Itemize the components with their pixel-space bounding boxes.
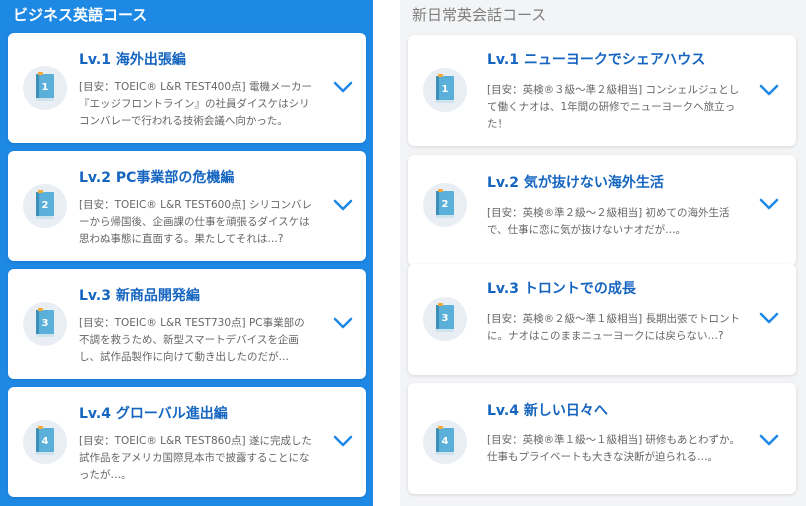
course-card-business-lv1[interactable]: 1 Lv.1 海外出張編 [目安：TOEIC® L&R TEST400点] 電機… [8,33,366,143]
chevron-down-icon[interactable] [759,311,779,325]
level-number: 1 [41,82,49,93]
card-title: Lv.2 気が抜けない海外生活 [487,175,664,191]
book-icon: 2 [423,183,467,227]
level-number: 4 [441,436,449,447]
panel-divider [373,0,400,506]
level-number: 3 [41,318,49,329]
book-icon: 1 [423,68,467,112]
daily-english-course-panel: 新日常英会話コース 1 Lv.1 ニューヨークでシェアハウス [目安：英検®３級… [400,0,806,506]
business-english-course-panel: ビジネス英語コース 1 Lv.1 海外出張編 [目安：TOEIC® L&R TE… [0,0,373,506]
level-number: 4 [41,436,49,447]
chevron-down-icon[interactable] [759,83,779,97]
chevron-down-icon[interactable] [333,434,353,448]
course-card-daily-lv2[interactable]: 2 Lv.2 気が抜けない海外生活 [目安：英検®準２級～２級相当] 初めての海… [408,155,796,266]
level-number: 2 [441,199,449,210]
chevron-down-icon[interactable] [759,197,779,211]
card-description: [目安：TOEIC® L&R TEST600点] シリコンバレーから帰国後、企画… [79,199,312,245]
chevron-down-icon[interactable] [333,198,353,212]
course-card-business-lv3[interactable]: 3 Lv.3 新商品開発編 [目安：TOEIC® L&R TEST730点] P… [8,269,366,379]
book-icon: 4 [23,420,67,464]
card-title: Lv.3 新商品開発編 [79,288,200,304]
chevron-down-icon[interactable] [333,80,353,94]
book-icon: 1 [23,66,67,110]
course-heading: ビジネス英語コース [13,6,148,24]
course-card-business-lv4[interactable]: 4 Lv.4 グローバル進出編 [目安：TOEIC® L&R TEST860点]… [8,387,366,497]
level-number: 1 [441,84,449,95]
card-title: Lv.2 PC事業部の危機編 [79,170,235,186]
book-icon: 3 [423,297,467,341]
book-icon: 3 [23,302,67,346]
card-title: Lv.1 海外出張編 [79,52,186,68]
chevron-down-icon[interactable] [333,316,353,330]
book-icon: 2 [23,184,67,228]
card-description: [目安：TOEIC® L&R TEST400点] 電機メーカー『エッジフロントラ… [79,81,312,127]
card-title: Lv.3 トロントでの成長 [487,281,636,297]
level-number: 3 [441,313,449,324]
course-card-daily-lv4[interactable]: 4 Lv.4 新しい日々へ [目安：英検®準１級～１級相当] 研修もあとわずか。… [408,383,796,494]
card-title: Lv.4 新しい日々へ [487,403,608,419]
card-description: [目安：TOEIC® L&R TEST730点] PC事業部の不調を救うため、新… [79,317,305,363]
chevron-down-icon[interactable] [759,433,779,447]
level-number: 2 [41,200,49,211]
card-description: [目安：英検®準１級～１級相当] 研修もあとわずか。仕事もプライベートも大きな決… [487,434,740,463]
book-icon: 4 [423,420,467,464]
card-description: [目安：英検®３級～準２級相当] コンシェルジュとして働くナオは、1年間の研修で… [487,84,740,130]
course-heading: 新日常英会話コース [412,6,547,24]
course-card-business-lv2[interactable]: 2 Lv.2 PC事業部の危機編 [目安：TOEIC® L&R TEST600点… [8,151,366,261]
card-description: [目安：英検®準２級～２級相当] 初めての海外生活で、仕事に恋に気が抜けないナオ… [487,207,730,236]
card-description: [目安：英検®２級～準１級相当] 長期出張でトロントに。ナオはこのままニューヨー… [487,313,741,342]
card-description: [目安：TOEIC® L&R TEST860点] 遂に完成した試作品をアメリカ国… [79,435,312,481]
course-card-daily-lv3[interactable]: 3 Lv.3 トロントでの成長 [目安：英検®２級～準１級相当] 長期出張でトロ… [408,264,796,375]
card-title: Lv.4 グローバル進出編 [79,406,228,422]
course-card-daily-lv1[interactable]: 1 Lv.1 ニューヨークでシェアハウス [目安：英検®３級～準２級相当] コン… [408,35,796,146]
card-title: Lv.1 ニューヨークでシェアハウス [487,52,706,68]
